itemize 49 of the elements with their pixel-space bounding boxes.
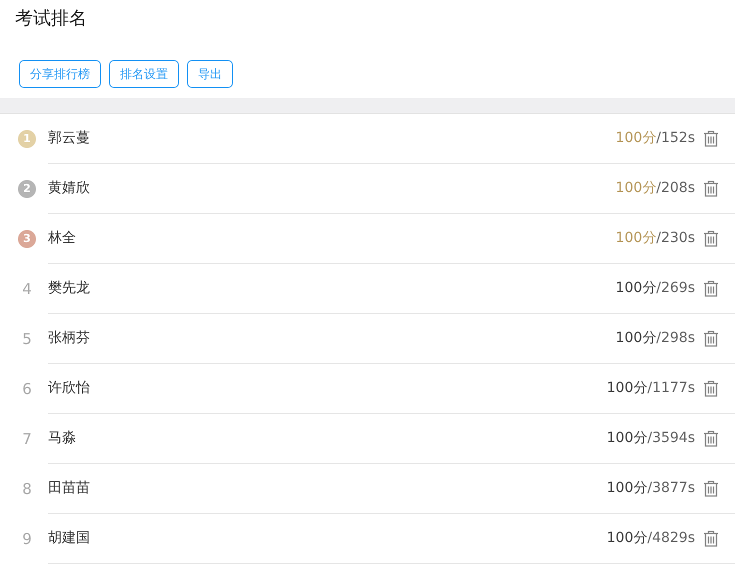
rank-number: 7 [22,428,32,450]
delete-icon[interactable] [703,280,719,297]
rank-medal: 1 [18,130,36,148]
delete-icon[interactable] [703,530,719,547]
delete-icon[interactable] [703,230,719,247]
score-text: 100分 [616,179,656,198]
action-button[interactable]: 导出 [187,60,233,88]
rank-number: 8 [22,478,32,500]
page-title: 考试排名 [14,7,88,31]
rank-number: 4 [22,278,32,300]
student-name: 张柄芬 [48,329,91,348]
score-text: 100分 [616,329,656,348]
time-text: /230s [656,229,695,248]
rank-number: 9 [22,528,32,550]
time-text: /4829s [647,529,695,548]
rank-medal: 2 [18,180,36,198]
delete-icon[interactable] [703,180,719,197]
delete-icon[interactable] [703,480,719,497]
score-text: 100分 [616,279,656,298]
delete-icon[interactable] [703,330,719,347]
score-text: 100分 [616,129,656,148]
time-text: /269s [656,279,695,298]
student-name: 郭云蔓 [48,129,91,148]
score-text: 100分 [606,429,648,448]
rank-medal: 3 [18,230,36,248]
time-text: /298s [656,329,695,348]
student-name: 田苗苗 [48,479,91,498]
delete-icon[interactable] [703,430,719,447]
student-name: 黄婧欣 [48,179,91,198]
rank-number: 5 [22,328,32,350]
time-text: /152s [656,129,695,148]
student-name: 胡建国 [48,529,91,548]
delete-icon[interactable] [703,130,719,147]
time-text: /3594s [647,429,695,448]
score-text: 100分 [616,229,656,248]
time-text: /208s [656,179,695,198]
student-name: 林全 [48,229,77,248]
score-text: 100分 [606,479,648,498]
time-text: /3877s [647,479,695,498]
student-name: 马淼 [48,429,77,448]
delete-icon[interactable] [703,380,719,397]
time-text: /1177s [647,379,695,398]
rank-number: 6 [22,378,32,400]
score-text: 100分 [606,529,648,548]
score-text: 100分 [606,379,648,398]
student-name: 樊先龙 [48,279,91,298]
action-button[interactable]: 排名设置 [109,60,179,88]
student-name: 许欣怡 [48,379,91,398]
action-button[interactable]: 分享排行榜 [19,60,101,88]
